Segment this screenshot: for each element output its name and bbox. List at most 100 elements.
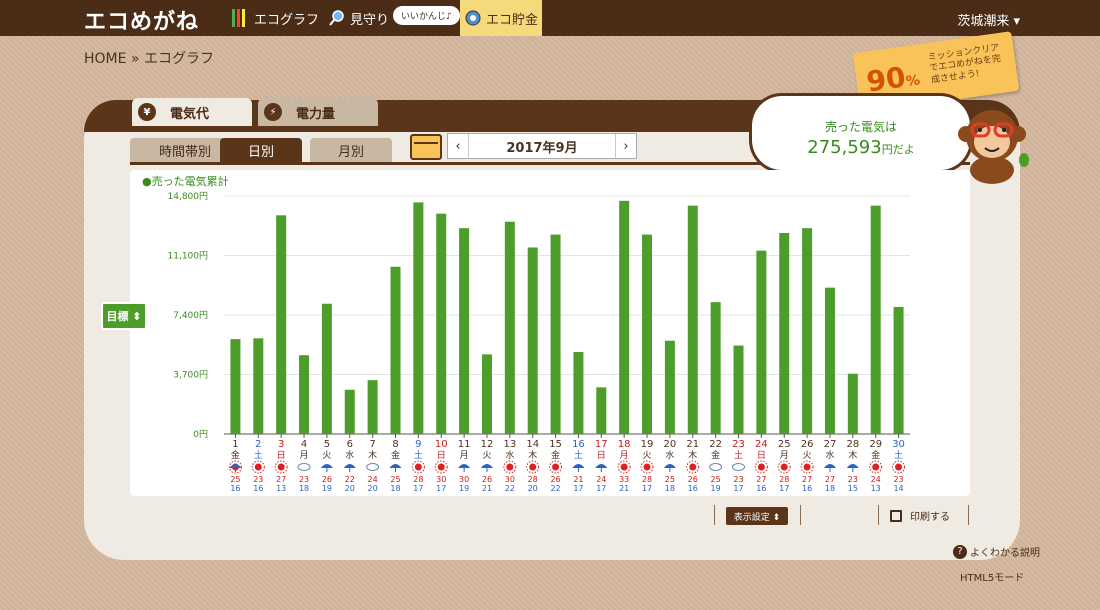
nav-mimamori[interactable]: 見守り xyxy=(328,0,389,36)
bar xyxy=(664,340,675,434)
x-tick-label: 27 xyxy=(824,439,837,450)
high-temp: 26 xyxy=(688,475,698,484)
nav-ecograph[interactable]: エコグラフ xyxy=(232,0,319,36)
weekday-label: 金 xyxy=(711,449,720,461)
sun-icon xyxy=(689,463,697,471)
x-tick-label: 24 xyxy=(755,439,768,450)
weekday-label: 月 xyxy=(620,450,629,461)
next-month-button[interactable]: › xyxy=(616,139,636,154)
weekday-label: 火 xyxy=(643,450,652,461)
print-button[interactable]: 印刷する xyxy=(890,508,950,523)
high-temp: 26 xyxy=(550,475,560,484)
umbrella-icon xyxy=(343,464,356,468)
x-tick-label: 14 xyxy=(526,439,539,450)
cloud-icon xyxy=(732,463,745,471)
subtab-daily[interactable]: 日別 xyxy=(220,138,302,162)
calendar-icon[interactable] xyxy=(410,134,442,160)
umbrella-icon xyxy=(823,464,836,468)
divider xyxy=(714,505,715,525)
y-tick-label: 0円 xyxy=(193,429,208,440)
tab-electricity-cost[interactable]: ¥ 電気代 xyxy=(132,98,252,126)
sun-icon xyxy=(780,463,788,471)
high-temp: 30 xyxy=(505,475,515,484)
nav-mimamori-label: 見守り xyxy=(350,12,390,28)
high-temp: 23 xyxy=(253,475,263,484)
bar-chart-icon xyxy=(232,9,250,27)
sold-amount: 275,593円だよ xyxy=(807,137,915,158)
x-tick-label: 7 xyxy=(369,439,375,450)
breadcrumb-separator: » xyxy=(130,51,140,67)
high-temp: 25 xyxy=(711,475,721,484)
tab-power-amount[interactable]: ⚡ 電力量 xyxy=(258,98,378,126)
weekday-label: 火 xyxy=(482,450,491,461)
nav-eco-savings-label: エコ貯金 xyxy=(486,12,539,28)
high-temp: 25 xyxy=(390,475,400,484)
high-temp: 26 xyxy=(322,475,332,484)
sold-electricity-bubble: 売った電気は 275,593円だよ xyxy=(752,96,970,170)
goal-toggle-button[interactable]: 目標 ⬍ xyxy=(101,302,147,330)
app-logo[interactable]: エコめがね xyxy=(84,4,199,36)
weekday-label: 月 xyxy=(780,450,789,461)
umbrella-icon xyxy=(663,464,676,468)
high-temp: 23 xyxy=(299,475,309,484)
status-bubble: いいかんじ♪ xyxy=(393,6,460,25)
bar xyxy=(573,351,584,434)
mission-percent: 90% xyxy=(864,60,922,99)
prev-month-button[interactable]: ‹ xyxy=(448,139,468,154)
sold-electricity-chart: 14,800円11,100円7,400円3,700円0円1金25162土2316… xyxy=(168,191,910,493)
umbrella-icon xyxy=(595,464,608,468)
sun-icon xyxy=(277,463,285,471)
high-temp: 28 xyxy=(779,475,789,484)
x-tick-label: 18 xyxy=(618,439,631,450)
bar xyxy=(550,234,561,434)
low-temp: 17 xyxy=(779,484,789,493)
x-tick-label: 2 xyxy=(255,439,261,450)
nav-eco-savings[interactable]: エコ貯金 xyxy=(460,0,542,36)
weekday-label: 金 xyxy=(871,449,880,461)
umbrella-icon xyxy=(572,464,585,468)
umbrella-icon xyxy=(229,464,242,468)
high-temp: 23 xyxy=(848,475,858,484)
low-temp: 22 xyxy=(505,484,515,493)
breadcrumb-home[interactable]: HOME xyxy=(84,51,126,67)
sun-icon xyxy=(872,463,880,471)
low-temp: 17 xyxy=(573,484,583,493)
question-icon: ? xyxy=(953,544,967,559)
help-link[interactable]: ? よくわかる説明 xyxy=(953,544,1040,559)
high-temp: 27 xyxy=(802,475,812,484)
high-temp: 23 xyxy=(733,475,743,484)
x-tick-label: 9 xyxy=(415,439,421,450)
sun-icon xyxy=(506,463,514,471)
weekday-label: 水 xyxy=(345,449,354,461)
high-temp: 27 xyxy=(276,475,286,484)
sun-icon xyxy=(643,463,651,471)
low-temp: 13 xyxy=(871,484,881,493)
y-tick-label: 7,400円 xyxy=(173,310,208,321)
bar xyxy=(893,306,904,434)
yen-icon: ¥ xyxy=(138,103,156,121)
bar xyxy=(230,339,241,434)
x-tick-label: 28 xyxy=(846,439,859,450)
x-tick-label: 15 xyxy=(549,439,562,450)
low-temp: 18 xyxy=(665,484,675,493)
display-settings-button[interactable]: 表示設定 ⬍ xyxy=(726,507,788,525)
low-temp: 21 xyxy=(619,484,629,493)
weekday-label: 金 xyxy=(551,449,560,461)
subtab-monthly[interactable]: 月別 xyxy=(310,138,392,162)
high-temp: 30 xyxy=(459,475,469,484)
high-temp: 28 xyxy=(528,475,538,484)
x-tick-label: 29 xyxy=(869,439,882,450)
html5-mode-link[interactable]: HTML5モード xyxy=(960,569,1024,584)
sold-label: 売った電気は xyxy=(824,120,897,134)
bar xyxy=(802,228,813,434)
low-temp: 14 xyxy=(893,484,903,493)
weekday-label: 金 xyxy=(391,449,400,461)
x-tick-label: 6 xyxy=(347,439,353,450)
x-tick-label: 1 xyxy=(232,439,238,450)
bar xyxy=(390,266,401,434)
x-tick-label: 4 xyxy=(301,439,307,450)
weekday-label: 土 xyxy=(574,449,583,461)
high-temp: 27 xyxy=(825,475,835,484)
user-menu[interactable]: 茨城潮来 ▾ xyxy=(957,10,1020,29)
nav-ecograph-label: エコグラフ xyxy=(254,12,320,28)
